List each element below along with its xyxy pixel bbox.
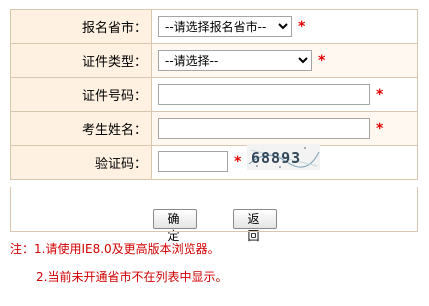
back-button[interactable]: 返 回 [233, 209, 277, 243]
name-row: 考生姓名： * [10, 111, 418, 146]
confirm-button[interactable]: 确 定 [153, 209, 197, 243]
name-label: 考生姓名： [10, 111, 152, 146]
id-number-row: 证件号码： * [10, 77, 418, 112]
button-area: 确 定 返 回 [10, 187, 418, 243]
province-row: 报名省市： --请选择报名省市-- * [10, 9, 418, 44]
captcha-row: 验证码： * 68893 [10, 143, 418, 180]
note-line-2: 2.当前未开通省市不在列表中显示。 [36, 270, 228, 284]
required-star: * [234, 154, 242, 170]
id-number-input[interactable] [158, 84, 370, 105]
captcha-label: 验证码： [10, 145, 152, 180]
required-star: * [376, 121, 384, 137]
captcha-image[interactable]: 68893 [247, 143, 321, 170]
exam-query-form: 报名省市： --请选择报名省市-- * 证件类型： --请选择-- * 证件号码… [10, 9, 418, 180]
province-select[interactable]: --请选择报名省市-- [158, 16, 292, 37]
name-input[interactable] [158, 118, 370, 139]
required-star: * [318, 52, 326, 69]
province-label: 报名省市： [10, 9, 152, 44]
required-star: * [298, 18, 306, 35]
notes-section: 注：1.请使用IE8.0及更高版本浏览器。 2.当前未开通省市不在列表中显示。 [10, 231, 418, 284]
id-number-label: 证件号码： [10, 77, 152, 112]
required-star: * [376, 87, 384, 103]
id-type-label: 证件类型： [10, 43, 152, 78]
id-type-row: 证件类型： --请选择-- * [10, 43, 418, 78]
note-line-1: 注：1.请使用IE8.0及更高版本浏览器。 [10, 242, 220, 256]
id-type-select[interactable]: --请选择-- [158, 50, 312, 71]
captcha-input[interactable] [158, 151, 228, 172]
captcha-text: 68893 [251, 149, 301, 167]
